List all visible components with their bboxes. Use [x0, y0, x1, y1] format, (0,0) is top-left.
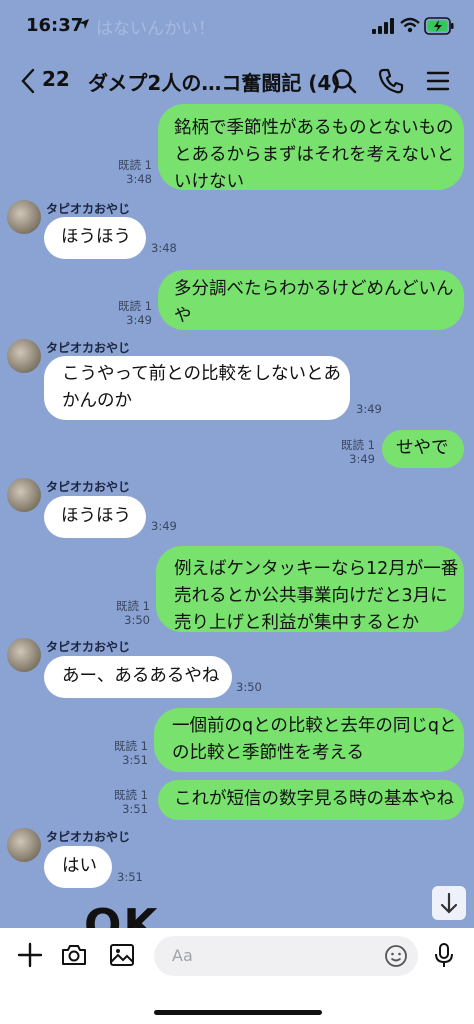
message-bubble[interactable]: ほうほう — [44, 217, 146, 259]
camera-icon[interactable] — [60, 941, 88, 969]
read-receipt: 既読 1 — [114, 739, 148, 753]
sender-name: タピオカおやじ — [46, 640, 131, 654]
message-bubble[interactable]: ほうほう — [44, 496, 146, 538]
message-time: 3:50 — [124, 613, 150, 627]
input-placeholder: Aa — [172, 946, 193, 965]
read-receipt: 既読 1 — [341, 438, 375, 452]
message-bubble[interactable]: はい — [44, 846, 112, 888]
message-line: はい — [62, 856, 97, 876]
message-time: 3:50 — [236, 680, 262, 694]
message-line: 一個前のqとの比較と去年の同じqと — [172, 716, 457, 736]
message-bubble[interactable]: 例えばケンタッキーなら12月が一番 売れるとか公共事業向けだと3月に 売り上げと… — [156, 546, 464, 633]
message-bubble[interactable]: 多分調べたらわかるけどめんどいん や — [158, 270, 464, 330]
message-line: とあるからまずはそれを考えないと — [174, 145, 454, 165]
message-line: ほうほう — [61, 506, 131, 526]
sender-name: タピオカおやじ — [46, 341, 131, 355]
avatar[interactable] — [7, 339, 41, 373]
message-time: 3:51 — [122, 753, 148, 767]
message-line: 多分調べたらわかるけどめんどいん — [174, 279, 454, 299]
message-input[interactable]: Aa — [154, 936, 418, 976]
message-line: の比較と季節性を考える — [172, 743, 364, 763]
scroll-down-icon[interactable] — [432, 886, 466, 920]
message-line: や — [174, 306, 192, 326]
sender-name: タピオカおやじ — [46, 480, 131, 494]
message-meta: 既読 1 3:50 — [100, 599, 150, 627]
message-line: こうやって前との比較をしないとあ — [62, 364, 341, 384]
message-meta: 既読 1 3:48 — [102, 158, 152, 186]
message-bubble[interactable]: せやで — [382, 430, 464, 468]
message-bubble[interactable]: 銘柄で季節性があるものとないもの とあるからまずはそれを考えないと いけない — [158, 104, 464, 192]
home-indicator — [154, 1010, 322, 1015]
message-bubble[interactable]: あー、あるあるやね — [44, 656, 232, 698]
message-bubble[interactable]: これが短信の数字見る時の基本やね — [158, 780, 464, 820]
image-icon[interactable] — [108, 941, 136, 969]
chat-header: 22 ダメプ2人の…コ奮闘記 (4) — [0, 52, 474, 112]
background-snippet: はないんかい！ — [96, 19, 215, 39]
phone-icon[interactable] — [377, 67, 405, 95]
message-time: 3:51 — [117, 870, 143, 884]
status-bar: 16:37 — [0, 0, 474, 52]
read-receipt: 既読 1 — [118, 299, 152, 313]
message-line: かんのか — [62, 391, 132, 411]
chat-title[interactable]: ダメプ2人の…コ奮闘記 (4) — [88, 67, 340, 96]
plus-icon[interactable] — [16, 941, 44, 969]
message-line: ほうほう — [61, 227, 131, 247]
read-receipt: 既読 1 — [114, 788, 148, 802]
message-line: あー、あるあるやね — [62, 666, 220, 686]
message-meta: 既読 1 3:49 — [325, 438, 375, 466]
message-line: これが短信の数字見る時の基本やね — [174, 789, 454, 809]
message-meta: 既読 1 3:49 — [102, 299, 152, 327]
message-meta: 既読 1 3:51 — [98, 788, 148, 816]
menu-icon[interactable] — [424, 67, 452, 95]
signal-icon — [372, 18, 394, 34]
message-time: 3:49 — [356, 402, 382, 416]
message-time: 3:49 — [349, 452, 375, 466]
emoji-icon[interactable] — [384, 944, 408, 968]
message-time: 3:49 — [126, 313, 152, 327]
battery-icon — [424, 17, 454, 35]
status-time: 16:37 — [26, 15, 84, 36]
avatar[interactable] — [7, 638, 41, 672]
search-icon[interactable] — [330, 67, 358, 95]
back-chevron-icon[interactable] — [20, 68, 36, 94]
location-arrow-icon — [79, 19, 89, 29]
message-line: 銘柄で季節性があるものとないもの — [174, 118, 454, 138]
message-time: 3:48 — [151, 241, 177, 255]
wifi-icon — [400, 17, 420, 33]
message-bubble[interactable]: 一個前のqとの比較と去年の同じqと の比較と季節性を考える — [154, 708, 464, 772]
unread-count[interactable]: 22 — [42, 67, 70, 91]
message-line: 売れるとか公共事業向けだと3月に — [174, 586, 448, 606]
message-time: 3:49 — [151, 519, 177, 533]
message-line: いけない — [174, 172, 244, 192]
read-receipt: 既読 1 — [118, 158, 152, 172]
message-time: 3:51 — [122, 802, 148, 816]
sender-name: タピオカおやじ — [46, 202, 131, 216]
message-line: 例えばケンタッキーなら12月が一番 — [174, 559, 459, 579]
message-time: 3:48 — [126, 172, 152, 186]
sender-name: タピオカおやじ — [46, 830, 131, 844]
avatar[interactable] — [7, 200, 41, 234]
avatar[interactable] — [7, 478, 41, 512]
message-bubble[interactable]: こうやって前との比較をしないとあ かんのか — [44, 356, 350, 420]
mic-icon[interactable] — [430, 941, 458, 969]
message-meta: 既読 1 3:51 — [98, 739, 148, 767]
avatar[interactable] — [7, 828, 41, 862]
message-line: 売り上げと利益が集中するとか — [174, 613, 419, 633]
message-line: せやで — [396, 438, 449, 458]
read-receipt: 既読 1 — [116, 599, 150, 613]
